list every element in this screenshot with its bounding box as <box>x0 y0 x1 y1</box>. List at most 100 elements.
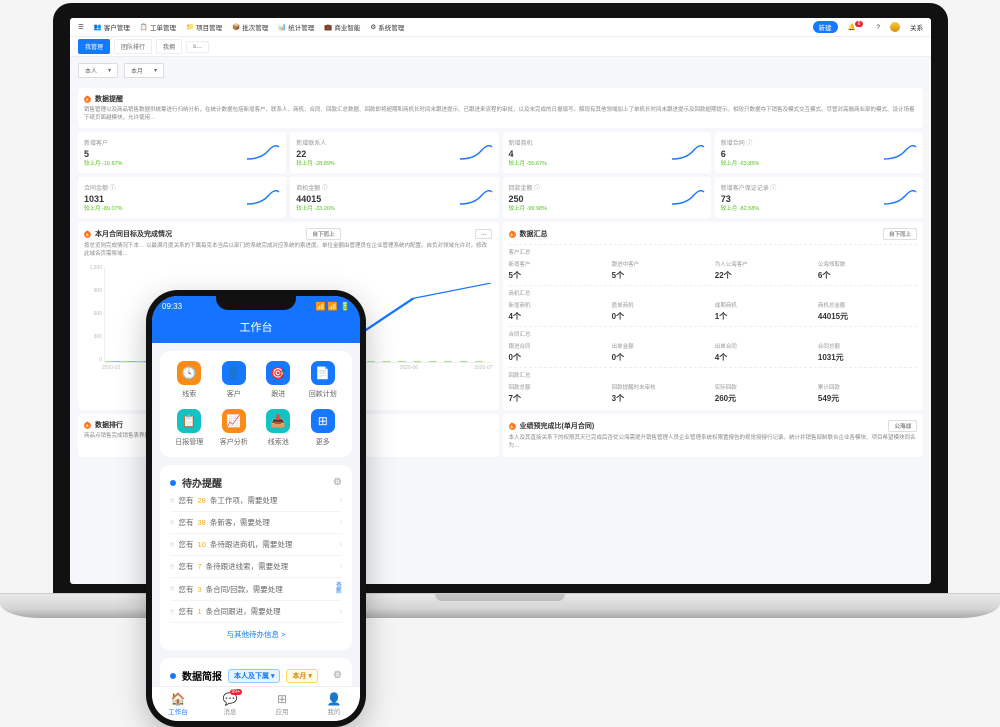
quick-action[interactable]: 📈客户分析 <box>215 409 254 447</box>
nav-item[interactable]: 💼 商业智能 <box>324 22 360 32</box>
notif-icon[interactable]: 🔔6 <box>848 23 867 31</box>
view-tabs: 我管理 团队排行 我拥 s… <box>70 37 931 57</box>
summary-cell: 跟进合同0个 <box>509 342 608 363</box>
kpi-card: 新增商机 4 较上月 -55.67% <box>503 132 711 173</box>
tab-messages[interactable]: 💬99+消息 <box>204 687 256 721</box>
todo-item[interactable]: ⌾ 您有 3 条合同/回款，需要处理查新 <box>170 578 342 601</box>
quick-action[interactable]: 👤客户 <box>215 361 254 399</box>
panel-title: 数据汇总 <box>520 229 548 239</box>
nav-item[interactable]: 📋 工单管理 <box>140 22 176 32</box>
tab[interactable]: s… <box>186 41 209 53</box>
summary-cell: 出单合同4个 <box>715 342 814 363</box>
completion-more[interactable]: … <box>475 229 493 239</box>
summary-cell: 商机总金额44015元 <box>818 301 917 322</box>
summary-row: 新增客户5个跟进中客户5个为人公海客户22个公海领取数6个 <box>509 260 918 281</box>
panel-title: 业绩预完成比(单月合同) <box>520 421 595 431</box>
sparkline-icon <box>459 145 493 161</box>
kpi-card: 商机金额 ⓘ 44015 较上月 -33.26% <box>290 177 498 218</box>
sparkline-icon <box>671 145 705 161</box>
summary-section: 合同汇总 <box>509 326 918 338</box>
todo-item[interactable]: ⌾ 您有 1 条合同跟进，需要处理› <box>170 601 342 623</box>
sparkline-icon <box>246 190 280 206</box>
tab-me[interactable]: 👤我的 <box>308 687 360 721</box>
tab-home[interactable]: 🏠工作台 <box>152 687 204 721</box>
phone-mockup: 09:33📶 📶 🔋 工作台 🕓线索👤客户🎯跟进📄回款计划📋日报管理📈客户分析📥… <box>146 290 366 727</box>
notch <box>216 296 296 310</box>
panel-title: 数据排行 <box>95 420 123 430</box>
summary-cell: 成期商机1个 <box>715 301 814 322</box>
mobile-header: 工作台 <box>152 313 360 343</box>
summary-row: 回款总额7个回款提醒时未审核3个实际回款260元累计回款549元 <box>509 383 918 404</box>
quick-action[interactable]: 🕓线索 <box>170 361 209 399</box>
period-chip[interactable]: 本月 ▾ <box>286 669 317 683</box>
summary-cell: 为人公海客户22个 <box>715 260 814 281</box>
summary-cell: 新增客户5个 <box>509 260 608 281</box>
panel-title: 数据提醒 <box>95 94 123 104</box>
todo-item[interactable]: ⌾ 您有 10 条待跟进商机，需要处理› <box>170 534 342 556</box>
kpi-card: 新增联系人 22 较上月 -28.89% <box>290 132 498 173</box>
nav-item[interactable]: 👥 客户管理 <box>94 22 130 32</box>
summary-row: 跟进合同0个出单金额0个出单合同4个合同总额1031元 <box>509 342 918 363</box>
summary-cell: 回款提醒时未审核3个 <box>612 383 711 404</box>
kpi-card: 新增客户 5 较上月 -16.67% <box>78 132 286 173</box>
brief-title: 数据简报 <box>182 668 222 683</box>
summary-section: 商机汇总 <box>509 285 918 297</box>
new-button[interactable]: 新建 <box>813 21 838 33</box>
todo-item[interactable]: ⌾ 您有 28 条工作项，需要处理› <box>170 490 342 512</box>
panel-desc: 销售管理以及商品销售数据供统筹进行归纳分析，在统计数据包括新增客户、联系人、商机… <box>84 107 917 122</box>
sparkline-icon <box>883 190 917 206</box>
todo-panel: 待办提醒 ⚙ ⌾ 您有 28 条工作项，需要处理›⌾ 您有 38 条新客，需要处理… <box>160 465 352 650</box>
tab-apps[interactable]: ⊞应用 <box>256 687 308 721</box>
mobile-tabbar: 🏠工作台 💬99+消息 ⊞应用 👤我的 <box>152 686 360 721</box>
scope-select[interactable]: 本人 ▾ <box>78 63 118 78</box>
scope-chip[interactable]: 本人及下属 ▾ <box>228 669 280 683</box>
summary-cell: 公海领取数6个 <box>818 260 917 281</box>
panel-desc: 按总览则完成情况下本… 以最满月度关系的下属每克本当后以部门的系统完成对应系统的… <box>84 243 493 258</box>
menu-icon[interactable]: ☰ <box>78 23 84 31</box>
panel-title: 本月合同目标及完成情况 <box>95 229 172 239</box>
gear-icon[interactable]: ⚙ <box>333 477 342 488</box>
summary-section: 客户汇总 <box>509 244 918 256</box>
tab[interactable]: 我拥 <box>156 39 182 54</box>
nav-item[interactable]: 📦 批次管理 <box>232 22 268 32</box>
tab-active[interactable]: 我管理 <box>78 39 110 54</box>
period-select[interactable]: 本月 ▾ <box>124 63 164 78</box>
summary-cell: 实际回款260元 <box>715 383 814 404</box>
quick-action[interactable]: 📄回款计划 <box>304 361 343 399</box>
gear-icon[interactable]: ⚙ <box>333 670 342 681</box>
nav-item[interactable]: ⚙ 系统管理 <box>370 22 404 32</box>
help-icon[interactable]: ? <box>876 24 880 31</box>
summary-cell: 盈单商机0个 <box>612 301 711 322</box>
kpi-card: 新增合同 ⓘ 6 较上月 -63.85% <box>715 132 923 173</box>
quick-actions: 🕓线索👤客户🎯跟进📄回款计划 📋日报管理📈客户分析📥线索池⊞更多 <box>160 351 352 457</box>
tab[interactable]: 团队排行 <box>114 39 152 54</box>
todo-more-link[interactable]: 与其他待办信息 > <box>170 623 342 640</box>
summary-cell: 出单金额0个 <box>612 342 711 363</box>
quick-action[interactable]: 🎯跟进 <box>259 361 298 399</box>
nav-item[interactable]: 📁 项目管理 <box>186 22 222 32</box>
target-panel: 🔥业绩预完成比(单月合同) 公海战 本人及其直接关系下的权限其天已完成后否优公海… <box>503 414 924 456</box>
top-nav: ☰ 👥 客户管理 📋 工单管理 📁 项目管理 📦 批次管理 📊 统计管理 💼 商… <box>70 18 931 37</box>
username: 关系 <box>910 22 923 32</box>
summary-select[interactable]: 自下而上 <box>883 228 917 240</box>
avatar[interactable] <box>890 22 900 32</box>
todo-title: 待办提醒 <box>182 475 222 490</box>
sparkline-icon <box>246 145 280 161</box>
kpi-card: 新增客户保证记录 ⓘ 73 较上月 -82.58% <box>715 177 923 218</box>
nav-item[interactable]: 📊 统计管理 <box>278 22 314 32</box>
kpi-cards: 新增客户 5 较上月 -16.67% 新增联系人 22 较上月 -28.89% … <box>78 132 923 218</box>
todo-item[interactable]: ⌾ 您有 38 条新客，需要处理› <box>170 512 342 534</box>
sparkline-icon <box>671 190 705 206</box>
sparkline-icon <box>883 145 917 161</box>
quick-action[interactable]: ⊞更多 <box>304 409 343 447</box>
summary-cell: 累计回款549元 <box>818 383 917 404</box>
panel-desc: 本人及其直接关系下的权限其天已完成后否优公海需提升销售管理人员企业管理系统权限置… <box>509 435 918 450</box>
quick-action[interactable]: 📥线索池 <box>259 409 298 447</box>
todo-item[interactable]: ⌾ 您有 7 条待跟进线索，需要处理› <box>170 556 342 578</box>
summary-cell: 合同总额1031元 <box>818 342 917 363</box>
target-select[interactable]: 公海战 <box>888 420 917 432</box>
summary-cell: 新增商机4个 <box>509 301 608 322</box>
completion-select[interactable]: 自下而上 <box>306 228 340 240</box>
quick-action[interactable]: 📋日报管理 <box>170 409 209 447</box>
filters: 本人 ▾ 本月 ▾ <box>70 57 931 84</box>
